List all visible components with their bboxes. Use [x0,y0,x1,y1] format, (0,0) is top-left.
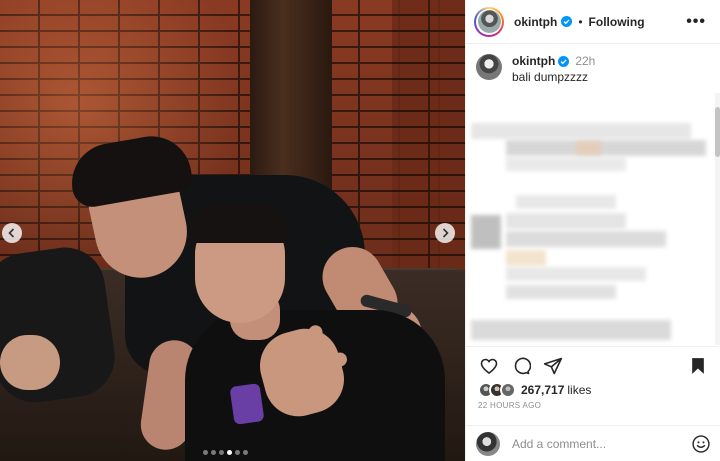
carousel-dot [211,450,216,455]
add-comment-bar [466,425,720,461]
instagram-post-modal: okintph • Following ••• okintph 22h bali… [0,0,720,461]
post-actions [466,346,720,384]
bookmark-icon[interactable] [687,355,709,377]
carousel-dot [219,450,224,455]
blurred-comment [471,320,671,340]
post-timestamp[interactable]: 22 HOURS AGO [478,401,541,410]
likes-label: likes [567,383,592,397]
author-username[interactable]: okintph [514,15,557,29]
comments-section[interactable]: okintph 22h bali dumpzzzz [466,45,720,345]
carousel-next-button[interactable] [435,223,455,243]
more-horizontal-icon[interactable]: ••• [686,13,706,31]
caption-time: 22h [575,54,596,68]
blurred-comment [471,123,691,139]
heart-icon[interactable] [478,355,500,377]
carousel-dot [235,450,240,455]
chevron-right-icon [442,228,449,238]
header-separator: • [578,14,583,29]
likes-count[interactable]: 267,717 [521,383,564,397]
carousel-dot [243,450,248,455]
carousel-dot [203,450,208,455]
carousel-dot [227,450,232,455]
post-header: okintph • Following ••• [466,0,720,44]
send-icon[interactable] [542,355,564,377]
smiley-icon[interactable] [691,434,711,454]
blurred-comment [471,215,501,249]
post-side-panel: okintph • Following ••• okintph 22h bali… [465,0,720,461]
likes-row[interactable]: 267,717 likes [478,382,591,398]
comments-scroll-thumb[interactable] [715,107,720,157]
verified-badge-icon [561,16,573,27]
author-avatar[interactable] [474,6,504,37]
caption-username[interactable]: okintph [512,54,555,68]
verified-badge-icon [558,55,570,67]
caption-text: bali dumpzzzz [512,70,589,84]
current-user-avatar [476,431,500,456]
liker-avatar [500,382,516,398]
post-caption: okintph 22h bali dumpzzzz [466,45,720,93]
caption-avatar[interactable] [476,54,502,80]
carousel-prev-button[interactable] [2,223,22,243]
post-media[interactable] [0,0,465,461]
add-comment-input[interactable] [512,436,682,451]
chevron-left-icon [8,228,15,238]
comment-icon[interactable] [510,355,532,377]
following-button[interactable]: Following [589,15,645,29]
carousel-indicator [203,450,248,455]
